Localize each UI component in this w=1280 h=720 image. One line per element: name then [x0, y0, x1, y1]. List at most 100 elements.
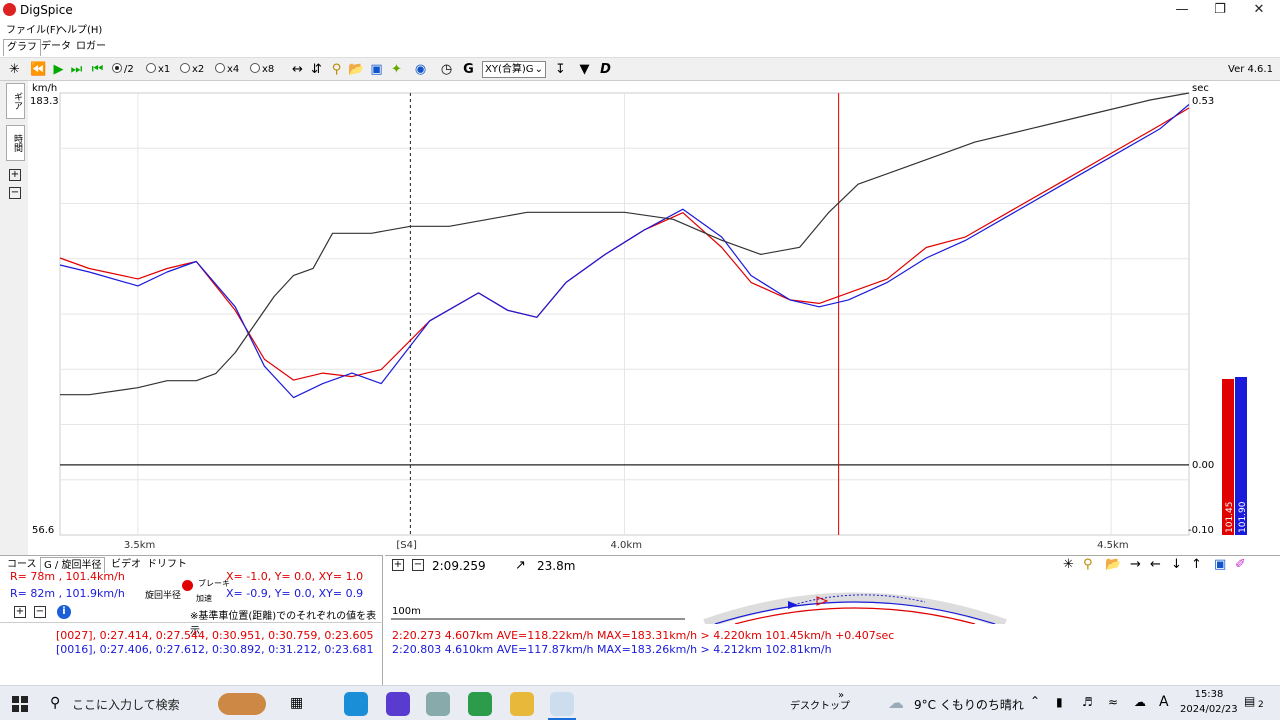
speed-x4-radio[interactable]: x4: [215, 61, 239, 78]
notification-count: 2: [1258, 700, 1264, 710]
tab-logger[interactable]: ロガー: [73, 39, 109, 56]
step-forward-icon[interactable]: ⏭: [68, 61, 85, 78]
chart-svg[interactable]: km/h 183.3 56.6 sec 0.53 0.00 -0.10 3.5k…: [28, 81, 1280, 555]
task-view-icon[interactable]: ▦: [290, 695, 303, 711]
save-icon[interactable]: ▣: [368, 61, 385, 78]
red-radius-row: R= 78m , 101.4km/h: [10, 570, 125, 582]
open-folder-icon[interactable]: 📂: [1105, 557, 1121, 572]
x-tick-label: 4.0km: [611, 540, 642, 551]
eraser-icon[interactable]: ✐: [1235, 557, 1246, 572]
arrow-up-icon[interactable]: ↑: [1191, 557, 1202, 572]
marker-down-icon[interactable]: ▼: [576, 61, 593, 78]
speed-x8-radio[interactable]: x8: [250, 61, 274, 78]
expand-icon[interactable]: +: [14, 606, 26, 618]
copilot-icon[interactable]: [386, 692, 410, 716]
blue-g-row: X= -0.9, Y= 0.0, XY= 0.9: [226, 587, 364, 600]
tab-graph[interactable]: グラフ: [3, 39, 41, 56]
digspice-taskbar-icon[interactable]: [550, 692, 574, 716]
toolbar: ✳ ⏪ ▶ ⏭ ⏮ /2 x1 x2 x4 x8 ↔ ⇵ ⚲ 📂 ▣ ✦ ◉ ◷…: [0, 57, 1280, 81]
search-icon[interactable]: ⚲: [50, 695, 60, 711]
main-tabs: グラフ データ ロガー: [0, 37, 1280, 57]
text-cursor-icon[interactable]: ↧: [552, 61, 569, 78]
version-label: Ver 4.6.1: [1228, 64, 1273, 75]
ime-indicator[interactable]: A: [1159, 694, 1169, 710]
taskbar: ⚲ ここに入力して検索 ▦ デスクトップ » ☁ 9°C くもりのち晴れ ⌃ ▮…: [0, 685, 1280, 720]
battery-icon[interactable]: ▮: [1056, 695, 1063, 709]
arrow-right-icon[interactable]: →: [1130, 557, 1141, 572]
map-scale: 100m: [392, 606, 421, 617]
tools-icon[interactable]: ✦: [388, 61, 405, 78]
info-icon[interactable]: i: [57, 605, 71, 619]
cloud-icon[interactable]: ☁: [1134, 695, 1146, 709]
xy-mode-select[interactable]: XY(合算)G ⌄: [482, 61, 546, 78]
lap-time: 2:09.259: [432, 559, 486, 573]
close-button[interactable]: ✕: [1240, 0, 1278, 20]
search-box[interactable]: ここに入力して検索: [72, 696, 180, 713]
red-g-row: X= -1.0, Y= 0.0, XY= 1.0: [226, 570, 364, 582]
menu-file[interactable]: ファイル(F): [6, 21, 60, 36]
side-tab-time[interactable]: 時間: [6, 125, 25, 161]
tab-drift[interactable]: ドリフト: [144, 557, 190, 573]
right-axis-min: -0.10: [1188, 525, 1214, 536]
explorer-icon[interactable]: [510, 692, 534, 716]
speed-x1-radio[interactable]: x1: [146, 61, 170, 78]
speed-x2-radio[interactable]: x2: [180, 61, 204, 78]
course-map[interactable]: [385, 576, 1280, 624]
blue-summary: 2:20.803 4.610km AVE=117.87km/h MAX=183.…: [392, 643, 832, 656]
tab-data[interactable]: データ: [38, 39, 74, 56]
side-strip: ギア 時間 + −: [0, 81, 28, 555]
shrink-horizontal-icon[interactable]: ⇵: [308, 61, 325, 78]
blue-lap-times: [0016], 0:27.406, 0:27.612, 0:30.892, 0:…: [56, 643, 374, 656]
g-dot-icon: [182, 580, 193, 591]
left-axis-min: 56.6: [32, 525, 54, 536]
network-icon[interactable]: ≈: [1108, 695, 1118, 709]
weather-text[interactable]: 9°C くもりのち晴れ: [914, 696, 1024, 713]
expand-icon[interactable]: +: [9, 169, 21, 181]
app-icon[interactable]: [426, 692, 450, 716]
edge-icon[interactable]: [344, 692, 368, 716]
clock-date[interactable]: 2024/02/23: [1180, 704, 1238, 715]
play-icon[interactable]: ▶: [50, 61, 67, 78]
rewind-icon[interactable]: ⏪: [30, 61, 47, 78]
notification-icon[interactable]: ▤: [1244, 694, 1255, 708]
zoom-icon[interactable]: ⚲: [1083, 557, 1093, 572]
menu-bar: ファイル(F) ヘルプ(H): [0, 20, 1280, 37]
clock-time[interactable]: 15:38: [1193, 689, 1225, 700]
g-icon[interactable]: G: [460, 61, 477, 78]
collapse-icon[interactable]: −: [34, 606, 46, 618]
right-axis-zero: 0.00: [1192, 460, 1214, 471]
step-back-icon[interactable]: ⏮: [89, 61, 106, 78]
minimize-button[interactable]: —: [1163, 0, 1201, 20]
zoom-icon[interactable]: ⚲: [328, 61, 345, 78]
distance-value: 23.8m: [537, 559, 576, 573]
collapse-icon[interactable]: −: [412, 559, 424, 571]
chart-area[interactable]: km/h 183.3 56.6 sec 0.53 0.00 -0.10 3.5k…: [28, 81, 1280, 555]
windows-start-icon[interactable]: [12, 696, 28, 712]
tray-up-icon[interactable]: ⌃: [1030, 694, 1040, 708]
side-tab-gear[interactable]: ギア: [6, 83, 25, 119]
open-folder-icon[interactable]: 📂: [348, 61, 365, 78]
expand-icon[interactable]: +: [392, 559, 404, 571]
d-icon[interactable]: D: [597, 61, 614, 78]
collapse-icon[interactable]: −: [9, 187, 21, 199]
menu-help[interactable]: ヘルプ(H): [57, 21, 102, 36]
chrome-icon[interactable]: [468, 692, 492, 716]
reset-icon[interactable]: ✳: [1063, 557, 1074, 572]
expand-horizontal-icon[interactable]: ↔: [289, 61, 306, 78]
speed-half-radio[interactable]: /2: [112, 61, 134, 78]
arrow-down-icon[interactable]: ↓: [1171, 557, 1182, 572]
timer-icon[interactable]: ◷: [438, 61, 455, 78]
arrow-left-icon[interactable]: ←: [1150, 557, 1161, 572]
chevron-icon[interactable]: »: [838, 690, 844, 701]
volume-icon[interactable]: ♬: [1082, 695, 1093, 709]
course-panel: + − 2:09.259 ↗ 23.8m ✳ ⚲ 📂 → ← ↓ ↑ ▣ ✐ 1…: [385, 555, 1280, 685]
turn-radius-label: 旋回半径: [145, 591, 182, 601]
search-highlight-icon[interactable]: [218, 693, 266, 715]
globe-icon[interactable]: ◉: [412, 61, 429, 78]
reset-icon[interactable]: ✳: [6, 61, 23, 78]
window-title: DigSpice: [20, 3, 73, 17]
x-tick-label: 3.5km: [124, 540, 155, 551]
left-axis-max: 183.3: [30, 96, 59, 107]
maximize-button[interactable]: ❐: [1201, 0, 1239, 20]
save-icon[interactable]: ▣: [1214, 557, 1226, 572]
